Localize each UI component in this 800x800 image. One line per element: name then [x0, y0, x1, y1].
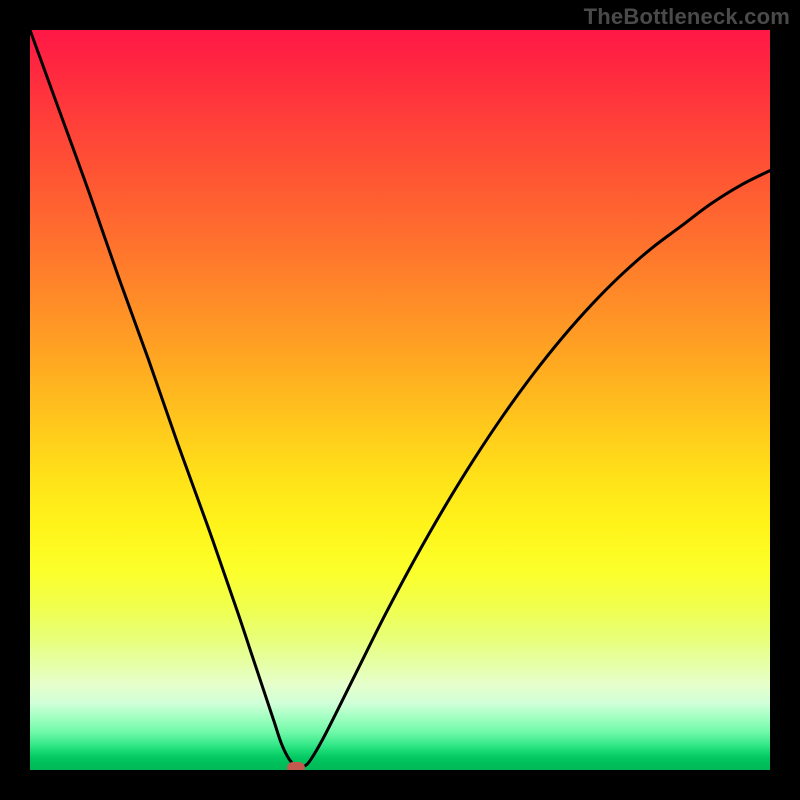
chart-frame: TheBottleneck.com	[0, 0, 800, 800]
watermark-text: TheBottleneck.com	[584, 4, 790, 30]
plot-area	[30, 30, 770, 770]
bottleneck-curve	[30, 30, 770, 770]
optimum-marker	[287, 762, 305, 770]
